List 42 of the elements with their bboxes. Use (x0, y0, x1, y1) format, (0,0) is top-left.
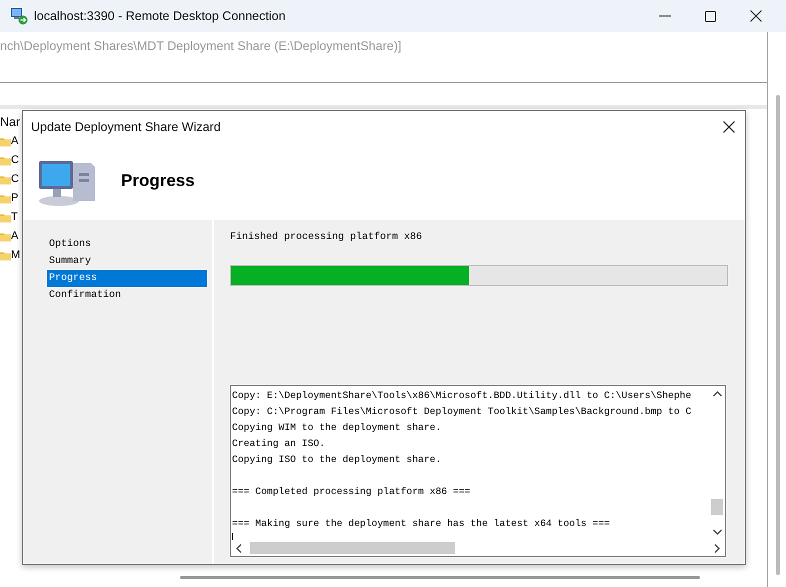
folder-icon (0, 250, 11, 260)
text-cursor (232, 533, 233, 540)
dialog-title: Update Deployment Share Wizard (31, 120, 221, 134)
remote-desktop-icon (10, 7, 28, 25)
folder-icon (0, 136, 11, 146)
page-heading: Progress (121, 171, 195, 191)
wizard-step[interactable]: Progress (47, 270, 207, 287)
folder-icon (0, 174, 11, 184)
list-item[interactable]: T (11, 210, 18, 224)
log-line: Copying ISO to the deployment share. (232, 453, 442, 467)
close-icon[interactable] (723, 120, 735, 132)
list-item[interactable]: C (11, 153, 19, 167)
close-icon[interactable] (750, 10, 762, 22)
wizard-step[interactable]: Options (47, 236, 207, 253)
log-line: === Making sure the deployment share has the latest x64 tools === (232, 517, 610, 531)
scrollbar[interactable] (180, 576, 700, 579)
scrollbar[interactable] (776, 95, 780, 575)
folder-icon (0, 154, 11, 166)
list-item[interactable]: P (11, 191, 18, 205)
list-item[interactable]: A (11, 134, 18, 148)
scroll-thumb[interactable] (250, 542, 455, 554)
wizard-step[interactable]: Confirmation (47, 287, 207, 304)
log-line: === Completed processing platform x86 === (232, 485, 470, 499)
list-item[interactable]: C (11, 172, 19, 186)
log-box[interactable] (230, 385, 726, 557)
column-header[interactable]: Nar (0, 115, 22, 129)
window-title: localhost:3390 - Remote Desktop Connection (34, 9, 286, 23)
wizard-step[interactable]: Summary (47, 253, 207, 270)
log-line: Creating an ISO. (232, 437, 326, 451)
folder-icon (0, 230, 11, 242)
scroll-thumb[interactable] (711, 499, 723, 515)
maximize-icon[interactable] (705, 10, 716, 22)
folder-icon (0, 192, 11, 204)
log-line: Copy: E:\DeploymentShare\Tools\x86\Microsoft.BDD.Utility.dll to C:\Users\Shephe (232, 389, 692, 403)
path-text: nch\Deployment Shares\MDT Deployment Share (E:\DeploymentShare)] (0, 39, 402, 53)
folder-icon (0, 212, 11, 222)
log-line: Copy: C:\Program Files\Microsoft Deployment Toolkit\Samples\Background.bmp to C (232, 405, 692, 419)
list-item[interactable]: M (11, 248, 20, 262)
log-line: Copying WIM to the deployment share. (232, 421, 442, 435)
minimize-icon[interactable] (659, 15, 671, 17)
status-text: Finished processing platform x86 (230, 232, 424, 243)
list-item[interactable]: A (11, 229, 18, 243)
